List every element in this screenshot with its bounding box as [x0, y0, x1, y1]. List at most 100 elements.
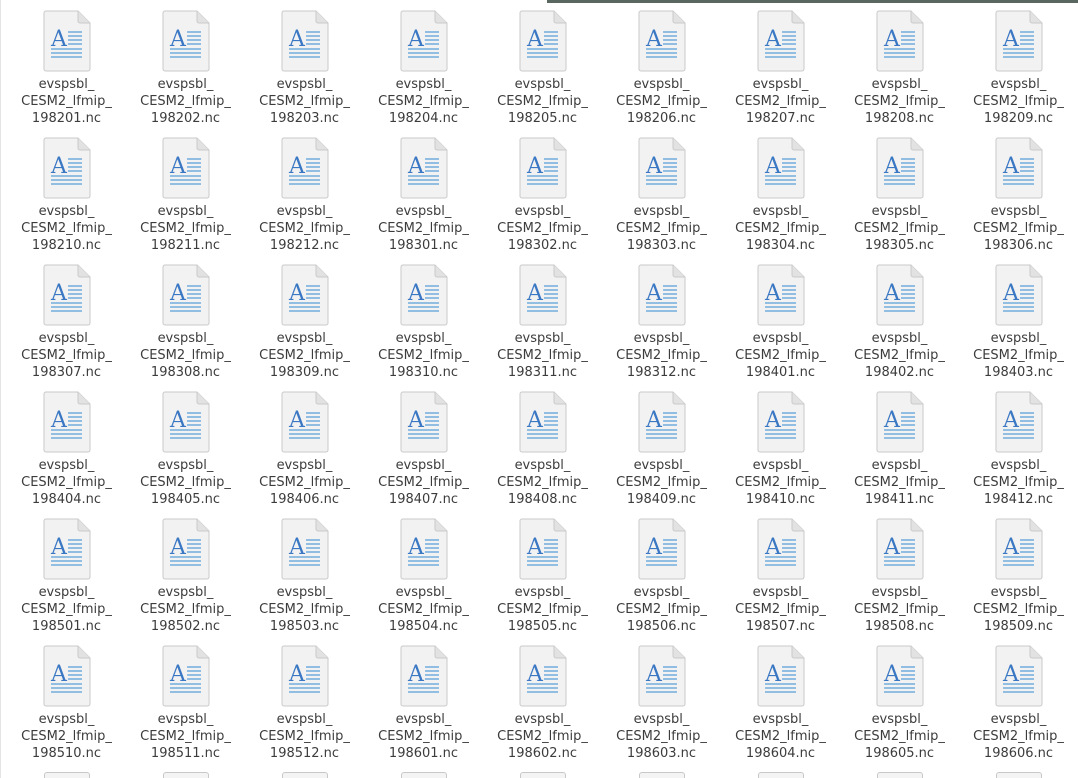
file-item[interactable]: A evspsbl_ CESM2_lfmip_ 198511.nc — [126, 645, 245, 772]
file-name-line: 198306.nc — [983, 238, 1054, 253]
file-name-line: 198303.nc — [626, 238, 697, 253]
file-name-line: CESM2_lfmip_ — [735, 729, 826, 744]
file-item[interactable]: A evspsbl_ CESM2_lfmip_ 198209.nc — [959, 10, 1078, 137]
file-item[interactable]: A evspsbl_ CESM2_lfmip_ 198207.nc — [721, 10, 840, 137]
file-item[interactable]: A evspsbl_ CESM2_lfmip_ 198404.nc — [7, 391, 126, 518]
file-item[interactable]: A evspsbl_ CESM2_lfmip_ 198606.nc — [959, 645, 1078, 772]
file-item[interactable]: A evspsbl_ CESM2_lfmip_ 198604.nc — [721, 645, 840, 772]
file-icon-peek — [43, 772, 90, 778]
file-item[interactable]: A evspsbl_ CESM2_lfmip_ 198210.nc — [7, 137, 126, 264]
file-item[interactable]: A evspsbl_ CESM2_lfmip_ 198507.nc — [721, 518, 840, 645]
file-name-line: CESM2_lfmip_ — [973, 475, 1064, 490]
file-name: evspsbl_ CESM2_lfmip_ 198606.nc — [961, 711, 1076, 762]
file-item[interactable]: A evspsbl_ CESM2_lfmip_ 198603.nc — [602, 645, 721, 772]
file-item[interactable]: A evspsbl_ CESM2_lfmip_ 198409.nc — [602, 391, 721, 518]
file-item[interactable]: A evspsbl_ CESM2_lfmip_ 198401.nc — [721, 264, 840, 391]
file-item[interactable]: A evspsbl_ CESM2_lfmip_ 198407.nc — [364, 391, 483, 518]
file-item[interactable]: A evspsbl_ CESM2_lfmip_ 198204.nc — [364, 10, 483, 137]
file-name-line: CESM2_lfmip_ — [854, 602, 945, 617]
svg-text:A: A — [50, 154, 68, 179]
file-name-line: 198512.nc — [269, 746, 340, 761]
svg-text:A: A — [288, 408, 306, 433]
text-document-icon: A — [281, 391, 328, 453]
file-item[interactable]: A evspsbl_ CESM2_lfmip_ 198605.nc — [840, 645, 959, 772]
file-item[interactable]: A evspsbl_ CESM2_lfmip_ 198408.nc — [483, 391, 602, 518]
file-name: evspsbl_ CESM2_lfmip_ 198411.nc — [842, 457, 957, 508]
svg-text:A: A — [883, 535, 901, 560]
file-item[interactable]: A evspsbl_ CESM2_lfmip_ 198303.nc — [602, 137, 721, 264]
file-item[interactable]: A evspsbl_ CESM2_lfmip_ 198505.nc — [483, 518, 602, 645]
file-item[interactable]: A evspsbl_ CESM2_lfmip_ 198202.nc — [126, 10, 245, 137]
text-document-icon: A — [995, 264, 1042, 326]
file-item[interactable]: A evspsbl_ CESM2_lfmip_ 198211.nc — [126, 137, 245, 264]
file-name-line: CESM2_lfmip_ — [616, 729, 707, 744]
file-name-line: evspsbl_ — [752, 331, 809, 346]
file-name-line: evspsbl_ — [157, 77, 214, 92]
file-item[interactable]: A evspsbl_ CESM2_lfmip_ 198509.nc — [959, 518, 1078, 645]
file-name-line: 198205.nc — [507, 111, 578, 126]
file-item[interactable]: A evspsbl_ CESM2_lfmip_ 198406.nc — [245, 391, 364, 518]
file-name-line: evspsbl_ — [871, 77, 928, 92]
file-item[interactable]: A evspsbl_ CESM2_lfmip_ 198305.nc — [840, 137, 959, 264]
file-name-line: CESM2_lfmip_ — [854, 475, 945, 490]
file-name-line: CESM2_lfmip_ — [735, 221, 826, 236]
file-name-line: 198510.nc — [31, 746, 102, 761]
file-item[interactable]: A evspsbl_ CESM2_lfmip_ 198411.nc — [840, 391, 959, 518]
file-name-line: CESM2_lfmip_ — [616, 475, 707, 490]
file-name: evspsbl_ CESM2_lfmip_ 198309.nc — [247, 330, 362, 381]
file-item[interactable]: A evspsbl_ CESM2_lfmip_ 198410.nc — [721, 391, 840, 518]
svg-text:A: A — [288, 154, 306, 179]
file-item[interactable]: A evspsbl_ CESM2_lfmip_ 198208.nc — [840, 10, 959, 137]
file-item[interactable]: A evspsbl_ CESM2_lfmip_ 198601.nc — [364, 645, 483, 772]
file-item[interactable]: A evspsbl_ CESM2_lfmip_ 198312.nc — [602, 264, 721, 391]
file-name-line: 198603.nc — [626, 746, 697, 761]
svg-text:A: A — [526, 535, 544, 560]
file-name-line: evspsbl_ — [752, 204, 809, 219]
svg-text:A: A — [288, 27, 306, 52]
text-document-icon: A — [281, 10, 328, 72]
file-item[interactable]: A evspsbl_ CESM2_lfmip_ 198203.nc — [245, 10, 364, 137]
file-name-line: evspsbl_ — [871, 712, 928, 727]
file-name: evspsbl_ CESM2_lfmip_ 198304.nc — [723, 203, 838, 254]
file-item[interactable]: A evspsbl_ CESM2_lfmip_ 198504.nc — [364, 518, 483, 645]
file-item[interactable]: A evspsbl_ CESM2_lfmip_ 198405.nc — [126, 391, 245, 518]
file-item[interactable]: A evspsbl_ CESM2_lfmip_ 198501.nc — [7, 518, 126, 645]
file-item[interactable]: A evspsbl_ CESM2_lfmip_ 198510.nc — [7, 645, 126, 772]
file-item[interactable]: A evspsbl_ CESM2_lfmip_ 198308.nc — [126, 264, 245, 391]
file-item[interactable]: A evspsbl_ CESM2_lfmip_ 198310.nc — [364, 264, 483, 391]
file-item[interactable]: A evspsbl_ CESM2_lfmip_ 198212.nc — [245, 137, 364, 264]
file-item[interactable]: A evspsbl_ CESM2_lfmip_ 198306.nc — [959, 137, 1078, 264]
file-item[interactable]: A evspsbl_ CESM2_lfmip_ 198412.nc — [959, 391, 1078, 518]
file-item[interactable]: A evspsbl_ CESM2_lfmip_ 198403.nc — [959, 264, 1078, 391]
file-item[interactable]: A evspsbl_ CESM2_lfmip_ 198206.nc — [602, 10, 721, 137]
file-name-line: evspsbl_ — [276, 712, 333, 727]
file-item[interactable]: A evspsbl_ CESM2_lfmip_ 198502.nc — [126, 518, 245, 645]
text-document-icon: A — [400, 518, 447, 580]
file-name-line: CESM2_lfmip_ — [854, 94, 945, 109]
file-item[interactable]: A evspsbl_ CESM2_lfmip_ 198304.nc — [721, 137, 840, 264]
file-name-line: CESM2_lfmip_ — [21, 602, 112, 617]
file-item[interactable]: A evspsbl_ CESM2_lfmip_ 198402.nc — [840, 264, 959, 391]
file-name-line: evspsbl_ — [276, 585, 333, 600]
file-name: evspsbl_ CESM2_lfmip_ 198405.nc — [128, 457, 243, 508]
file-name: evspsbl_ CESM2_lfmip_ 198311.nc — [485, 330, 600, 381]
file-item[interactable]: A evspsbl_ CESM2_lfmip_ 198301.nc — [364, 137, 483, 264]
file-item[interactable]: A evspsbl_ CESM2_lfmip_ 198506.nc — [602, 518, 721, 645]
file-name-line: CESM2_lfmip_ — [497, 221, 588, 236]
file-name-line: 198503.nc — [269, 619, 340, 634]
file-item[interactable]: A evspsbl_ CESM2_lfmip_ 198307.nc — [7, 264, 126, 391]
file-item[interactable]: A evspsbl_ CESM2_lfmip_ 198311.nc — [483, 264, 602, 391]
file-name-line: evspsbl_ — [395, 331, 452, 346]
file-item[interactable]: A evspsbl_ CESM2_lfmip_ 198302.nc — [483, 137, 602, 264]
file-item[interactable]: A evspsbl_ CESM2_lfmip_ 198201.nc — [7, 10, 126, 137]
file-name: evspsbl_ CESM2_lfmip_ 198212.nc — [247, 203, 362, 254]
file-item[interactable]: A evspsbl_ CESM2_lfmip_ 198309.nc — [245, 264, 364, 391]
file-item[interactable]: A evspsbl_ CESM2_lfmip_ 198602.nc — [483, 645, 602, 772]
file-name: evspsbl_ CESM2_lfmip_ 198509.nc — [961, 584, 1076, 635]
file-item[interactable]: A evspsbl_ CESM2_lfmip_ 198508.nc — [840, 518, 959, 645]
file-item[interactable]: A evspsbl_ CESM2_lfmip_ 198205.nc — [483, 10, 602, 137]
file-name-line: evspsbl_ — [276, 77, 333, 92]
file-item[interactable]: A evspsbl_ CESM2_lfmip_ 198503.nc — [245, 518, 364, 645]
file-item[interactable]: A evspsbl_ CESM2_lfmip_ 198512.nc — [245, 645, 364, 772]
file-name-line: CESM2_lfmip_ — [616, 348, 707, 363]
